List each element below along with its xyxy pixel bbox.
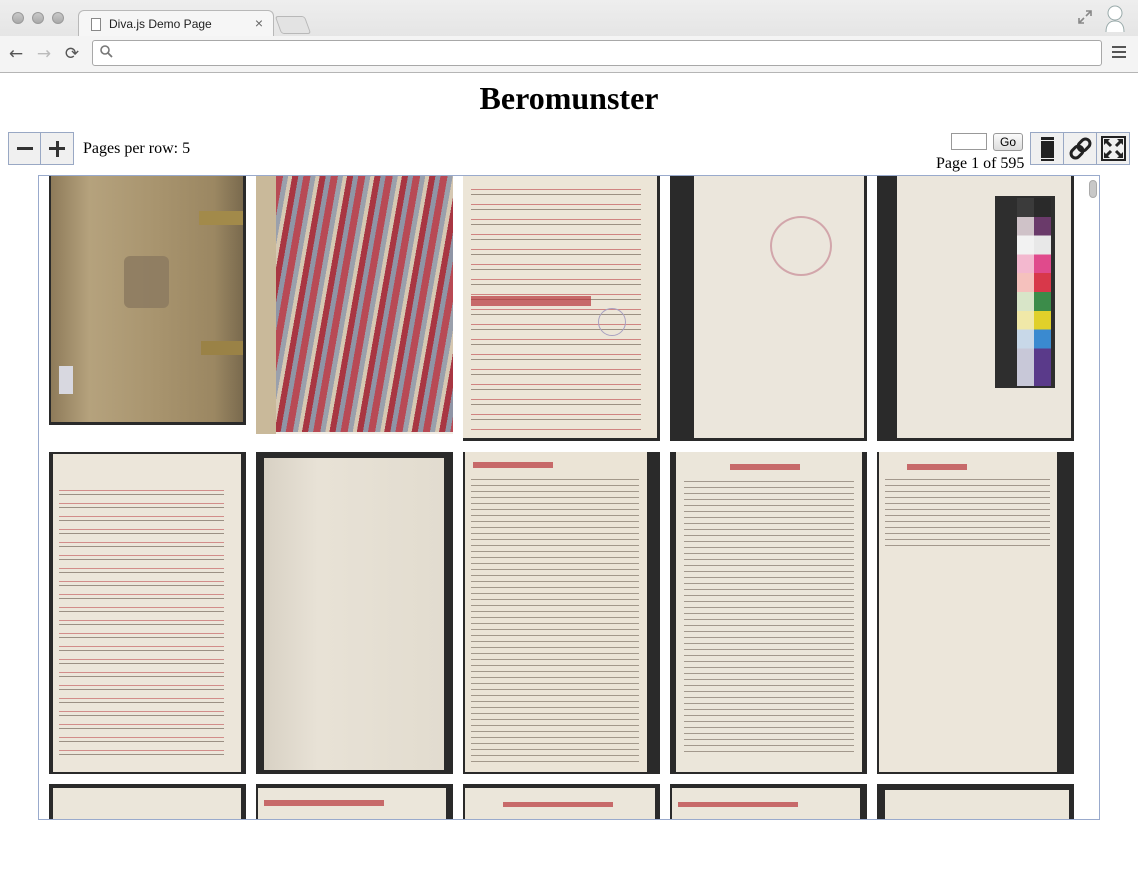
link-icon [1069,137,1092,160]
close-window-button[interactable] [12,12,24,24]
address-bar[interactable] [92,40,1102,66]
tab-strip: Diva.js Demo Page × [0,0,1138,38]
page-indicator: Page 1 of 595 [936,155,1025,172]
viewer-tools [1030,132,1130,165]
document-viewer[interactable] [38,175,1100,820]
new-tab-button[interactable] [274,16,312,34]
forward-button[interactable]: → [34,44,54,64]
thumbnail-page[interactable] [670,784,867,819]
fullscreen-button[interactable] [1097,133,1130,164]
fullscreen-icon[interactable] [1077,9,1093,25]
document-view-button[interactable] [1031,133,1064,164]
browser-toolbar: ← → ⟳ [0,36,1138,72]
thumbnail-page[interactable] [877,176,1074,441]
chrome-menu-icon[interactable] [1112,46,1126,60]
tab-title: Diva.js Demo Page [109,17,212,31]
page-icon [91,18,101,31]
thumbnail-page[interactable] [463,452,660,774]
pages-per-row-label: Pages per row: 5 [83,140,191,157]
thumbnail-page[interactable] [463,176,660,441]
single-page-icon [1041,137,1054,161]
more-pages-button[interactable] [41,133,73,164]
tab-close-icon[interactable]: × [255,15,263,31]
minus-icon [16,147,33,150]
thumbnail-page[interactable] [49,784,246,819]
page-title: Beromunster [479,80,659,116]
thumbnail-page[interactable] [463,784,660,819]
fewer-pages-button[interactable] [9,133,41,164]
reload-button[interactable]: ⟳ [62,44,82,64]
thumbnail-page[interactable] [877,452,1074,774]
thumbnail-page[interactable] [877,784,1074,819]
viewer-scrollbar-thumb[interactable] [1089,180,1097,198]
search-icon [99,44,113,62]
thumbnail-page[interactable] [256,452,453,774]
thumbnail-page[interactable] [670,452,867,774]
zoom-window-button[interactable] [52,12,64,24]
browser-chrome: Diva.js Demo Page × ← → ⟳ [0,0,1138,73]
thumbnail-page[interactable] [49,176,246,425]
user-profile-icon[interactable] [1104,4,1126,33]
thumbnail-page[interactable] [256,784,453,819]
fullscreen-toggle-icon [1101,136,1126,161]
pages-per-row-controls [8,132,74,165]
go-to-page-input[interactable] [951,133,987,150]
url-input[interactable] [119,43,1093,65]
go-button[interactable]: Go [993,133,1023,151]
link-button[interactable] [1064,133,1097,164]
browser-tab[interactable]: Diva.js Demo Page × [78,10,274,38]
minimize-window-button[interactable] [32,12,44,24]
back-button[interactable]: ← [6,44,26,64]
thumbnail-page[interactable] [256,176,453,434]
thumbnail-page[interactable] [670,176,867,441]
thumbnail-page[interactable] [49,452,246,774]
